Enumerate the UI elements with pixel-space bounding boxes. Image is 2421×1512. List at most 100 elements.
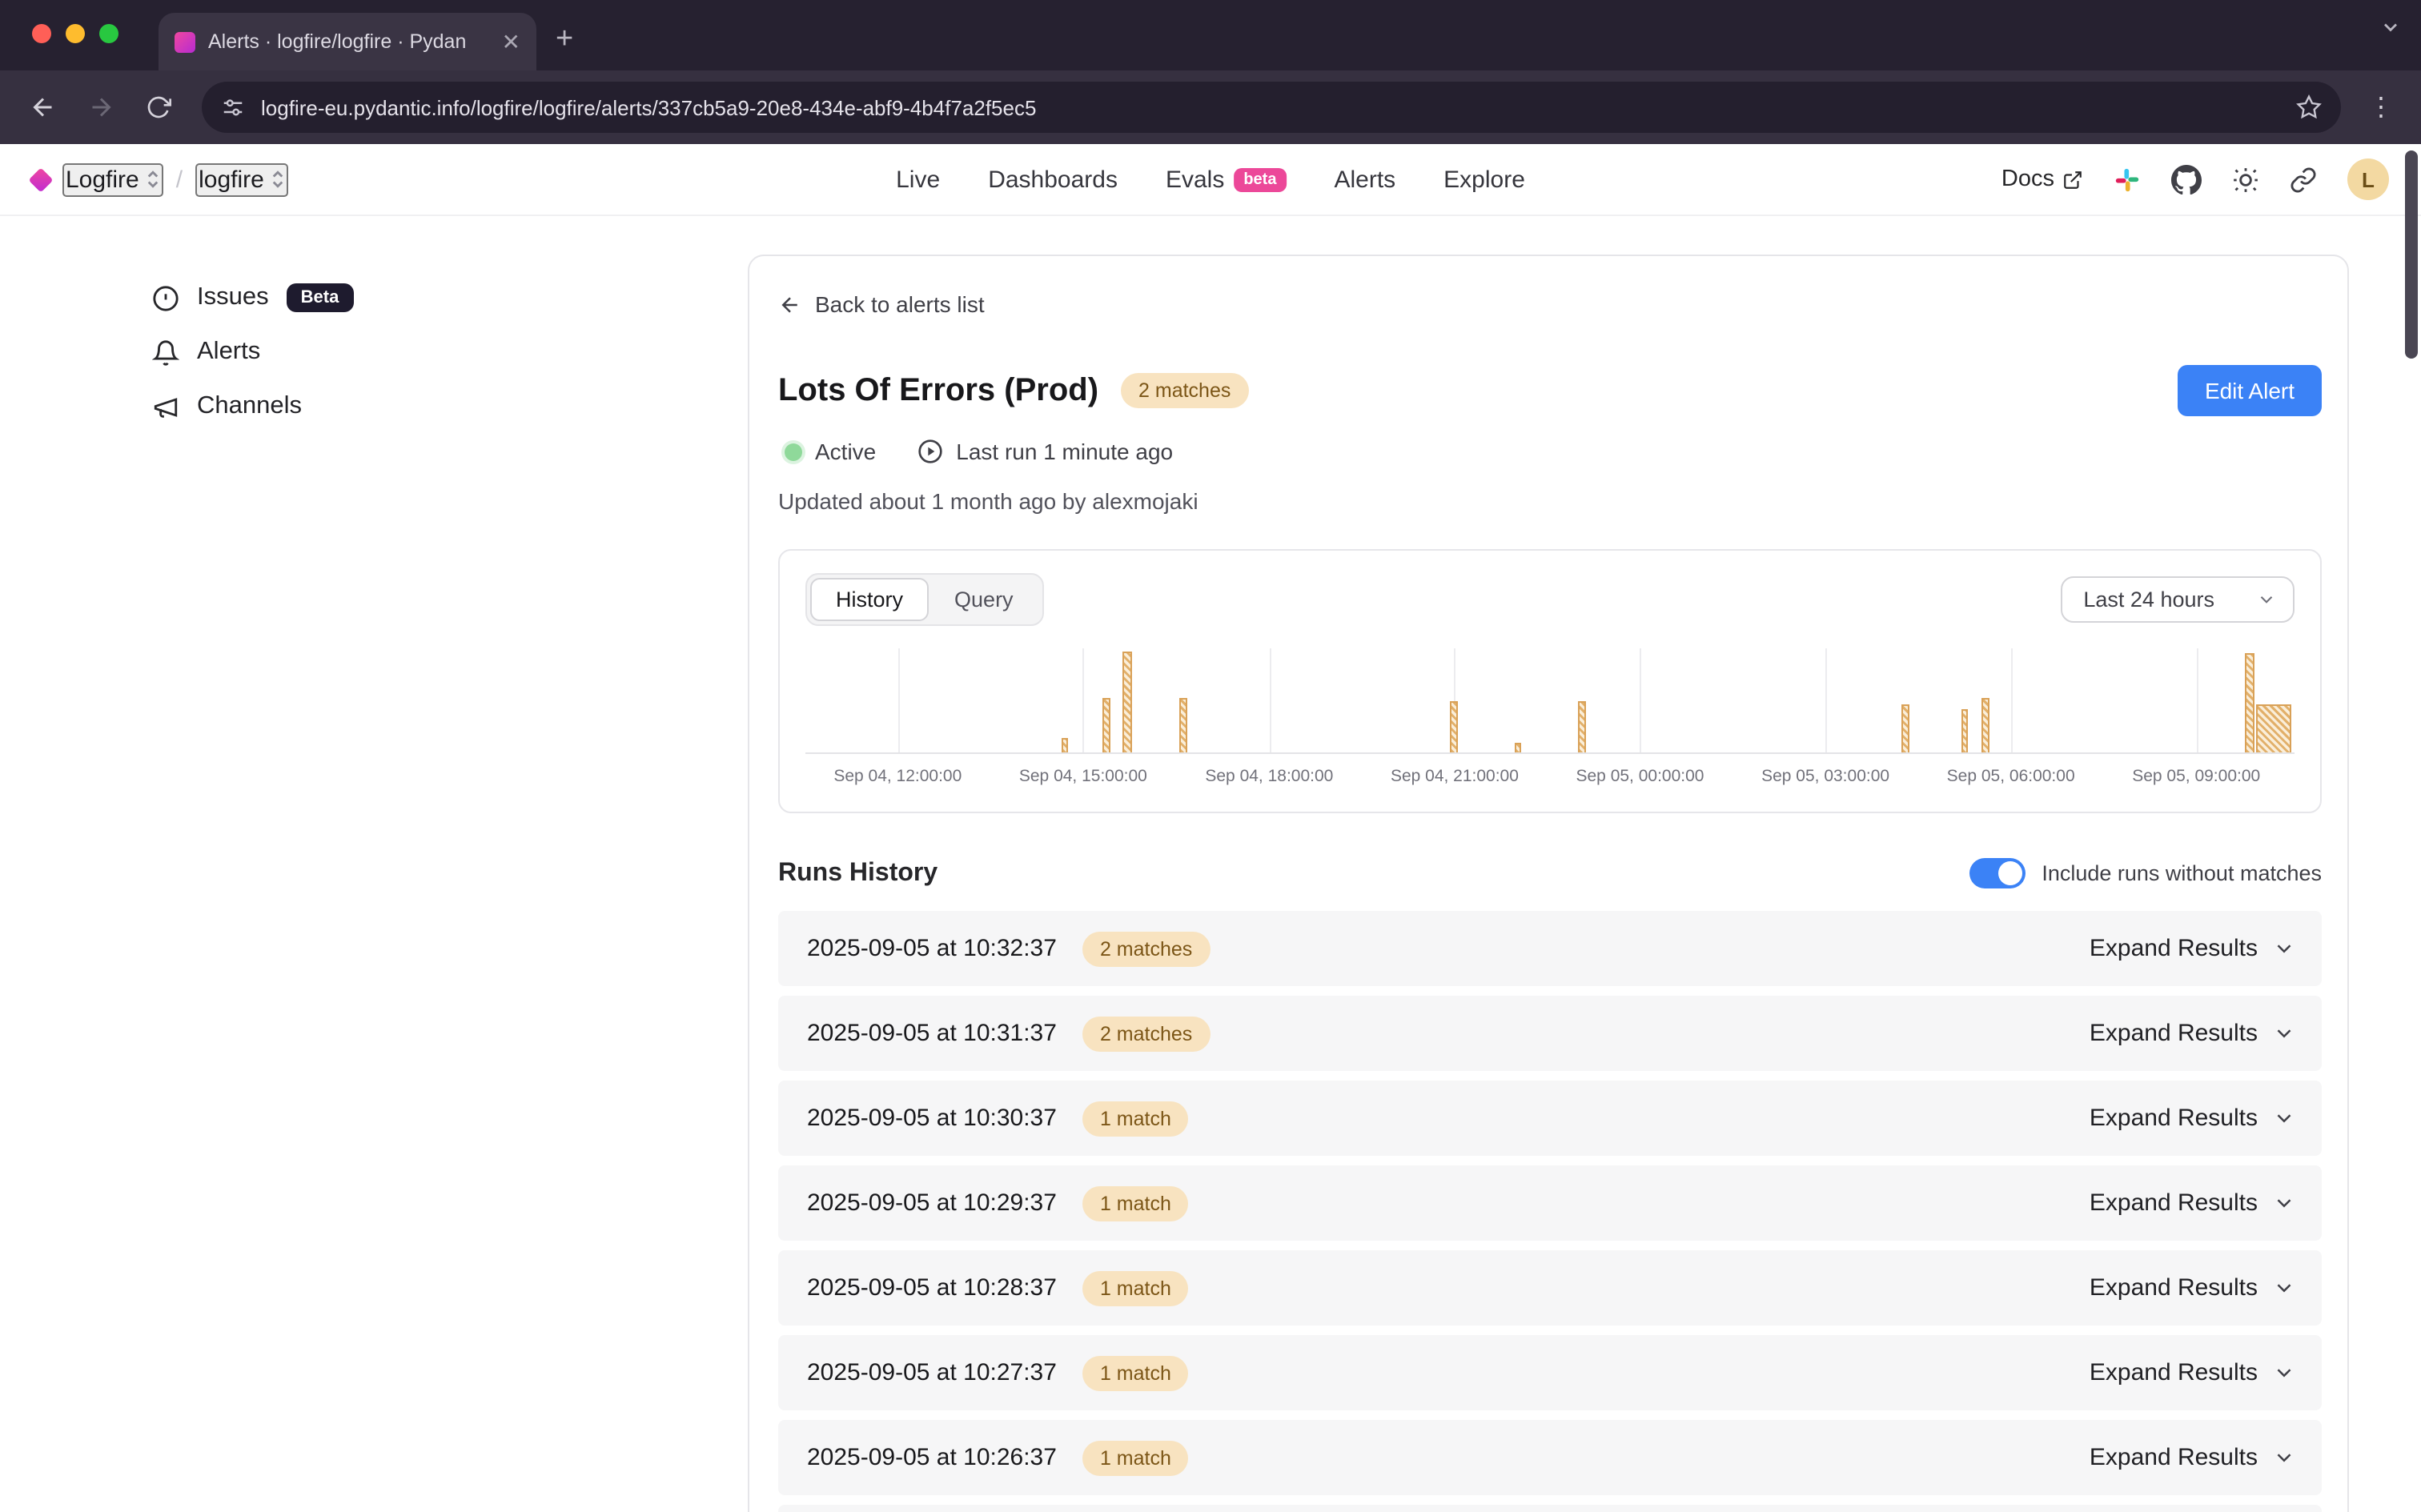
bookmark-star-icon[interactable] <box>2296 94 2322 120</box>
forward-button[interactable] <box>77 83 125 131</box>
run-match-badge: 2 matches <box>1082 931 1210 966</box>
runs-history-heading: Runs History <box>778 859 937 888</box>
chart-gridline <box>2011 648 2013 752</box>
run-match-badge: 2 matches <box>1082 1016 1210 1051</box>
window-close-button[interactable] <box>32 24 51 43</box>
sidebar-item-issues[interactable]: Issues Beta <box>152 283 748 312</box>
issues-beta-badge: Beta <box>287 283 354 312</box>
active-status-label: Active <box>815 439 876 464</box>
nav-explore[interactable]: Explore <box>1443 166 1525 193</box>
chart-bar <box>1579 700 1587 752</box>
site-settings-icon[interactable] <box>221 95 245 119</box>
nav-dashboards[interactable]: Dashboards <box>988 166 1118 193</box>
reload-button[interactable] <box>134 83 183 131</box>
expand-results-button[interactable]: Expand Results <box>2090 1274 2296 1301</box>
history-query-tabs: History Query <box>805 573 1044 626</box>
browser-toolbar: logfire-eu.pydantic.info/logfire/logfire… <box>0 70 2421 144</box>
run-timestamp: 2025-09-05 at 10:29:37 <box>807 1189 1057 1217</box>
expand-results-button[interactable]: Expand Results <box>2090 1444 2296 1471</box>
edit-alert-button[interactable]: Edit Alert <box>2178 365 2322 416</box>
evals-beta-badge: beta <box>1234 167 1286 191</box>
user-avatar[interactable]: L <box>2347 158 2389 200</box>
slack-icon[interactable] <box>2114 166 2141 193</box>
expand-results-button[interactable]: Expand Results <box>2090 1105 2296 1132</box>
run-row: 2025-09-05 at 10:30:37 1 match Expand Re… <box>778 1081 2322 1156</box>
tab-title: Alerts · logfire/logfire · Pydan <box>208 30 489 53</box>
run-row: 2025-09-05 at 10:29:37 1 match Expand Re… <box>778 1165 2322 1241</box>
org-switcher-chevrons-icon <box>146 168 160 191</box>
logfire-logo <box>28 166 53 191</box>
play-circle-icon <box>917 439 943 464</box>
logfire-favicon <box>175 31 195 52</box>
address-bar[interactable]: logfire-eu.pydantic.info/logfire/logfire… <box>202 82 2341 133</box>
back-button[interactable] <box>19 83 67 131</box>
nav-alerts[interactable]: Alerts <box>1334 166 1395 193</box>
run-match-badge: 1 match <box>1082 1440 1189 1475</box>
tab-history[interactable]: History <box>810 578 929 621</box>
run-match-badge: 1 match <box>1082 1355 1189 1390</box>
tab-close-icon[interactable]: ✕ <box>502 30 520 53</box>
app-header: Logfire / logfire Live Dashboards Evals … <box>0 144 2421 216</box>
project-switcher[interactable]: logfire <box>195 162 288 196</box>
include-runs-toggle-label: Include runs without matches <box>2042 861 2322 885</box>
window-zoom-button[interactable] <box>99 24 118 43</box>
expand-results-button[interactable]: Expand Results <box>2090 935 2296 962</box>
external-link-icon <box>2062 169 2083 190</box>
history-chart-axis: Sep 04, 12:00:00 Sep 04, 15:00:00 Sep 04, … <box>805 764 2295 796</box>
sidebar-item-channels[interactable]: Channels <box>152 392 748 421</box>
chart-bar <box>2256 704 2291 752</box>
chart-tick-label: Sep 04, 21:00:00 <box>1391 767 1519 786</box>
history-chart-panel: History Query Last 24 hours Sep 04, 12:0… <box>778 549 2322 813</box>
github-icon[interactable] <box>2171 164 2202 195</box>
url-text[interactable]: logfire-eu.pydantic.info/logfire/logfire… <box>261 95 2280 119</box>
chart-gridline <box>1825 648 1827 752</box>
run-timestamp: 2025-09-05 at 10:32:37 <box>807 935 1057 962</box>
tab-query[interactable]: Query <box>929 578 1039 621</box>
org-switcher[interactable]: Logfire <box>62 162 163 196</box>
bell-icon <box>152 339 179 366</box>
chevron-down-icon <box>2272 936 2296 961</box>
include-runs-toggle[interactable] <box>1969 858 2026 888</box>
browser-tab[interactable]: Alerts · logfire/logfire · Pydan ✕ <box>159 13 536 70</box>
chevron-down-icon <box>2272 1021 2296 1045</box>
chart-tick-label: Sep 05, 00:00:00 <box>1576 767 1704 786</box>
chart-tick-label: Sep 04, 12:00:00 <box>833 767 962 786</box>
run-timestamp: 2025-09-05 at 10:28:37 <box>807 1274 1057 1301</box>
nav-evals[interactable]: Evals beta <box>1166 166 1287 193</box>
new-tab-button[interactable]: + <box>556 22 573 58</box>
docs-link[interactable]: Docs <box>2001 166 2083 192</box>
expand-results-button[interactable]: Expand Results <box>2090 1189 2296 1217</box>
chart-gridline <box>897 648 899 752</box>
window-minimize-button[interactable] <box>66 24 85 43</box>
project-name: logfire <box>199 166 264 193</box>
tab-search-chevron-icon[interactable] <box>2379 16 2402 38</box>
run-match-badge: 1 match <box>1082 1101 1189 1136</box>
theme-sun-icon[interactable] <box>2232 166 2259 193</box>
time-range-select[interactable]: Last 24 hours <box>2061 576 2295 623</box>
chevron-down-icon <box>2272 1446 2296 1470</box>
alert-title: Lots Of Errors (Prod) <box>778 372 1098 409</box>
run-timestamp: 2025-09-05 at 10:30:37 <box>807 1105 1057 1132</box>
sidebar-item-alerts[interactable]: Alerts <box>152 338 748 367</box>
megaphone-icon <box>152 393 179 420</box>
alert-detail-card: Back to alerts list Lots Of Errors (Prod… <box>748 255 2349 1512</box>
chart-tick-label: Sep 04, 15:00:00 <box>1019 767 1147 786</box>
expand-results-button[interactable]: Expand Results <box>2090 1020 2296 1047</box>
chart-gridline <box>1269 648 1271 752</box>
back-to-alerts-link[interactable]: Back to alerts list <box>778 291 985 317</box>
expand-results-label: Expand Results <box>2090 1274 2258 1301</box>
nav-live[interactable]: Live <box>896 166 940 193</box>
browser-menu-icon[interactable]: ⋮ <box>2360 91 2402 123</box>
chart-tick-label: Sep 05, 03:00:00 <box>1761 767 1889 786</box>
expand-results-button[interactable]: Expand Results <box>2090 1359 2296 1386</box>
page-scrollbar[interactable] <box>2405 150 2418 359</box>
toggle-knob <box>1998 861 2022 885</box>
run-match-badge: 1 match <box>1082 1270 1189 1305</box>
sidebar: Issues Beta Alerts Channels <box>0 216 748 421</box>
share-link-icon[interactable] <box>2290 166 2317 193</box>
chart-tick-label: Sep 05, 06:00:00 <box>1947 767 2075 786</box>
chevron-down-icon <box>2272 1106 2296 1130</box>
expand-results-label: Expand Results <box>2090 1444 2258 1471</box>
window-controls[interactable] <box>32 24 118 43</box>
chart-gridline <box>1640 648 1642 752</box>
